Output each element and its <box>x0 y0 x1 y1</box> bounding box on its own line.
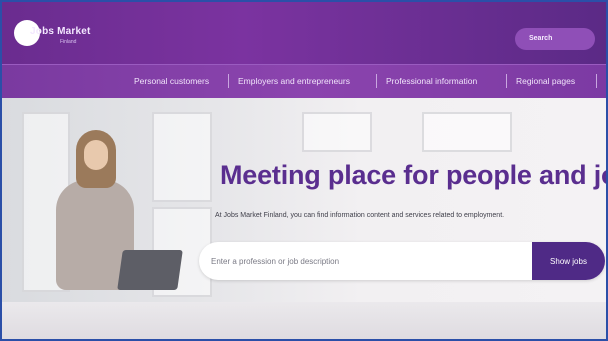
hero-window-pane <box>302 112 372 152</box>
hero-window-pane <box>422 112 512 152</box>
hero-subtitle: At Jobs Market Finland, you can find inf… <box>215 212 505 219</box>
logo-text: Jobs Market <box>30 26 91 37</box>
hero-ledge <box>2 302 606 339</box>
nav-item-employers[interactable]: Employers and entrepreneurs <box>238 76 350 86</box>
laptop-image <box>117 250 183 290</box>
browser-viewport: Jobs Market Finland Search Personal cust… <box>0 0 608 341</box>
nav-separator <box>376 74 377 88</box>
job-search-input[interactable] <box>211 242 529 280</box>
nav-separator <box>596 74 597 88</box>
nav-separator <box>506 74 507 88</box>
hero-window-pane <box>152 112 212 202</box>
show-jobs-button[interactable]: Show jobs <box>532 242 605 280</box>
hero-person-face <box>84 140 108 170</box>
header-search-button[interactable]: Search <box>515 28 595 50</box>
nav-separator <box>228 74 229 88</box>
hero-title: Meeting place for people and jobs <box>220 160 608 190</box>
nav-item-personal-customers[interactable]: Personal customers <box>134 76 209 86</box>
logo-subtext: Finland <box>60 39 77 45</box>
nav-item-regional-pages[interactable]: Regional pages <box>516 76 575 86</box>
main-nav: Personal customers Employers and entrepr… <box>2 64 606 98</box>
nav-item-professional-information[interactable]: Professional information <box>386 76 477 86</box>
site-header: Jobs Market Finland Search <box>2 2 606 64</box>
job-search-bar: Show jobs <box>199 242 605 280</box>
